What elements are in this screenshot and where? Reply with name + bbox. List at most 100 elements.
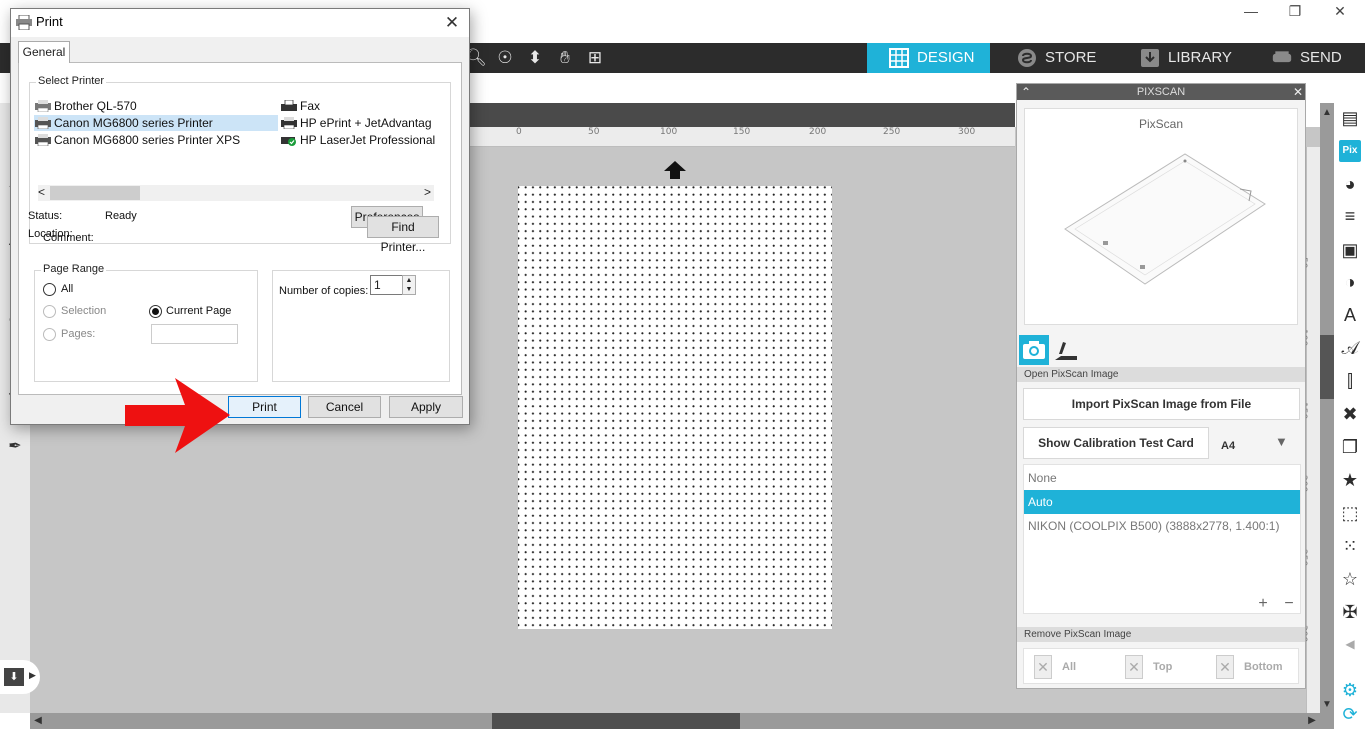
pan-hand-icon[interactable]: ✋︎	[552, 46, 578, 70]
paper-size-value[interactable]: A4	[1221, 440, 1235, 452]
page-setup-icon[interactable]: ▤	[1339, 107, 1361, 129]
printer-item-hp-eprint[interactable]: HP ePrint + JetAdvantag	[280, 115, 448, 131]
printer-item-canon-mg6800-xps[interactable]: Canon MG6800 series Printer XPS	[34, 132, 278, 148]
horizontal-scrollbar[interactable]: ◀ ▶	[30, 713, 1320, 729]
puzzle-icon[interactable]: ✠	[1339, 601, 1361, 623]
maximize-button[interactable]: ❐	[1275, 2, 1315, 20]
find-printer-button[interactable]: Find Printer...	[367, 216, 439, 254]
printer-item-fax[interactable]: Fax	[280, 98, 448, 114]
scroll-down-icon[interactable]: ▼	[1321, 699, 1333, 711]
radio-selection[interactable]	[43, 305, 56, 318]
sketch-icon[interactable]: ⁙	[1339, 535, 1361, 557]
minimize-button[interactable]: —	[1231, 2, 1271, 20]
image-effects-icon[interactable]: ▣	[1339, 239, 1361, 261]
trace-icon[interactable]: ⬚	[1339, 502, 1361, 524]
close-app-button[interactable]: ✕	[1320, 2, 1360, 20]
grid-icon	[889, 48, 909, 68]
remove-camera-button[interactable]: −	[1278, 595, 1300, 613]
move-icon[interactable]: ⬍	[522, 46, 548, 70]
remove-all-button[interactable]: ✕ All	[1034, 655, 1076, 679]
library-drawer-tab[interactable]: ⬇ ▶	[0, 660, 40, 694]
remove-bottom-button[interactable]: ✕ Bottom	[1216, 655, 1283, 679]
radio-pages[interactable]	[43, 328, 56, 341]
printer-item-hp-laserjet[interactable]: HP LaserJet Professional	[280, 132, 448, 148]
tab-store[interactable]: STORE	[995, 43, 1115, 73]
tab-store-label: STORE	[1045, 49, 1097, 66]
fit-to-page-icon[interactable]: ⊞	[582, 46, 608, 70]
sync-icon[interactable]: ⟳	[1339, 703, 1361, 725]
calibration-card-button[interactable]: Show Calibration Test Card	[1023, 427, 1209, 459]
camera-list-item-none[interactable]: None	[1024, 466, 1300, 490]
apply-button[interactable]: Apply	[389, 396, 463, 418]
radio-pages-label: Pages:	[61, 328, 96, 340]
scroll-right-icon[interactable]: >	[424, 185, 431, 199]
align-icon[interactable]: ⫿	[1339, 370, 1361, 392]
paper-size-dropdown-icon[interactable]: ▼	[1275, 434, 1288, 449]
transform-icon[interactable]: ✖	[1339, 403, 1361, 425]
tab-design[interactable]: DESIGN	[867, 43, 990, 73]
scroll-up-icon[interactable]: ▲	[1321, 107, 1333, 119]
printer-item-canon-mg6800[interactable]: Canon MG6800 series Printer	[34, 115, 278, 131]
eyedropper-icon[interactable]: ✒	[4, 436, 26, 458]
replicate-icon[interactable]: ❐	[1339, 436, 1361, 458]
fill-palette-icon[interactable]: ◕	[1339, 173, 1361, 195]
printer-item-brother[interactable]: Brother QL-570	[34, 98, 278, 114]
store-icon	[1018, 49, 1036, 67]
expand-arrow-icon: ▶	[29, 670, 36, 680]
collapse-arrow-icon[interactable]: ◀	[1339, 633, 1361, 655]
spin-down-icon[interactable]: ▼	[406, 286, 413, 293]
star-icon[interactable]: ★	[1339, 469, 1361, 491]
camera-icon	[1023, 341, 1045, 359]
camera-source-button[interactable]	[1019, 335, 1049, 365]
contrast-icon[interactable]: ◑	[1339, 271, 1361, 293]
zoom-fit-icon[interactable]: ☉	[492, 46, 518, 70]
copies-label: Number of copies:	[279, 285, 369, 297]
close-panel-icon[interactable]: ✕	[1291, 84, 1305, 100]
printer-list-scroll-thumb[interactable]	[50, 186, 140, 200]
scroll-left-icon[interactable]: <	[38, 185, 45, 199]
camera-list: None Auto NIKON (COOLPIX B500) (3888x277…	[1023, 464, 1301, 614]
scroll-right-icon[interactable]: ▶	[1306, 715, 1318, 727]
vertical-scroll-thumb[interactable]	[1320, 335, 1334, 399]
text-style-icon[interactable]: A	[1339, 304, 1361, 326]
red-arrow-annotation-icon	[125, 378, 230, 453]
copies-spinner[interactable]: ▲ ▼	[402, 275, 416, 295]
camera-list-item-auto[interactable]: Auto	[1024, 490, 1300, 514]
dotted-sheet[interactable]	[518, 186, 832, 629]
scanner-icon[interactable]	[1053, 338, 1079, 364]
tab-general[interactable]: General	[18, 41, 70, 63]
import-pixscan-button[interactable]: Import PixScan Image from File	[1023, 388, 1300, 420]
radio-current-page[interactable]	[149, 305, 162, 318]
star-outline-icon[interactable]: ☆	[1339, 568, 1361, 590]
printer-icon	[281, 117, 297, 129]
settings-gear-icon[interactable]: ⚙	[1339, 679, 1361, 701]
tab-send[interactable]: SEND	[1250, 43, 1365, 73]
camera-list-item-nikon[interactable]: NIKON (COOLPIX B500) (3888x2778, 1.400:1…	[1024, 514, 1300, 538]
print-dialog-title: Print	[36, 14, 63, 29]
collapse-panel-icon[interactable]: ⌃	[1019, 84, 1033, 100]
add-camera-button[interactable]: +	[1252, 595, 1274, 613]
print-button[interactable]: Print	[228, 396, 301, 418]
line-style-icon[interactable]: ≡	[1339, 205, 1361, 227]
horizontal-scroll-thumb[interactable]	[492, 713, 740, 729]
offset-text-icon[interactable]: 𝒜	[1339, 337, 1361, 359]
pages-input[interactable]	[151, 324, 238, 344]
remove-top-button[interactable]: ✕ Top	[1125, 655, 1172, 679]
close-dialog-button[interactable]: ✕	[441, 12, 463, 34]
print-dialog-titlebar: Print ✕	[11, 9, 469, 37]
tab-library[interactable]: LIBRARY	[1118, 43, 1248, 73]
remove-pixscan-buttons: ✕ All ✕ Top ✕ Bottom	[1023, 648, 1299, 684]
printer-list-scrollbar[interactable]: < >	[38, 185, 434, 201]
page-range-label: Page Range	[41, 263, 107, 275]
scroll-left-icon[interactable]: ◀	[32, 715, 44, 727]
radio-all[interactable]	[43, 283, 56, 296]
download-icon: ⬇	[4, 668, 24, 686]
spin-up-icon[interactable]: ▲	[406, 277, 413, 284]
pixscan-icon[interactable]: Pix	[1339, 140, 1361, 162]
pixscan-panel-header: ⌃ PIXSCAN ✕	[1017, 84, 1305, 100]
vertical-scrollbar[interactable]: ▲ ▼	[1320, 103, 1334, 729]
vertical-ruler: 50 100 150 200 250 300	[1298, 147, 1320, 713]
select-printer-label: Select Printer	[36, 75, 107, 87]
copies-input[interactable]: 1	[370, 275, 404, 295]
cancel-button[interactable]: Cancel	[308, 396, 381, 418]
